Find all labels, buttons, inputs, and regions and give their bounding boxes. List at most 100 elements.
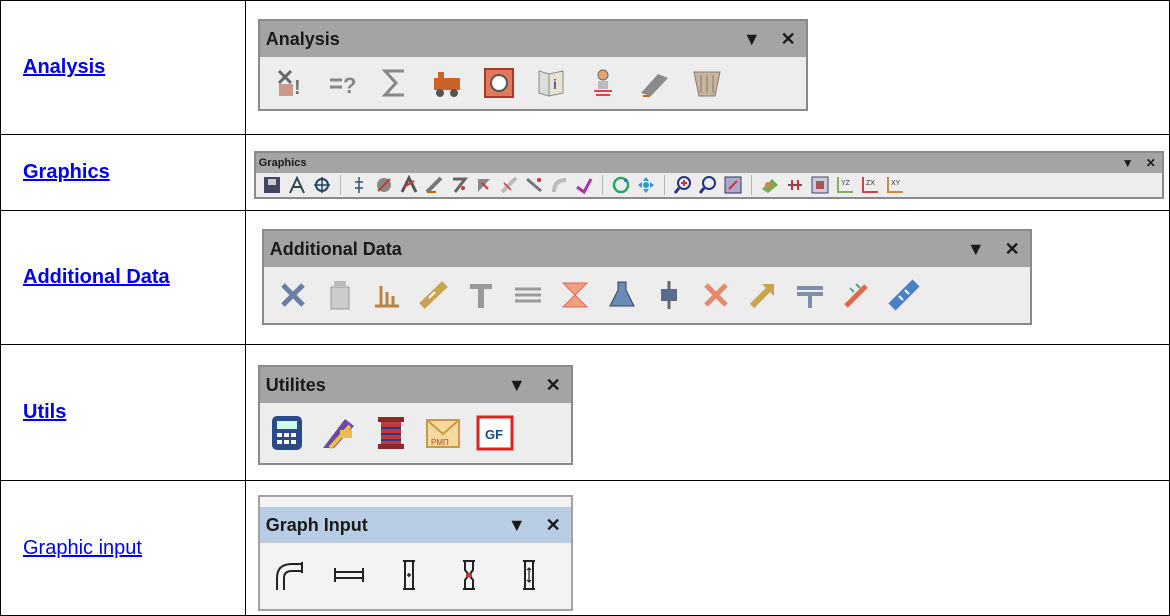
pipe-view-icon-8[interactable]: [549, 175, 569, 195]
svg-text:XY: XY: [891, 180, 901, 187]
pipe-view-icon-1[interactable]: [374, 175, 394, 195]
close-icon[interactable]: ✕: [546, 375, 561, 396]
spring-hanger-icon[interactable]: [840, 278, 874, 312]
pmp-mail-icon[interactable]: PMП: [424, 414, 462, 452]
pipe-view-icon-3[interactable]: [424, 175, 444, 195]
row-label-cell: Utils: [0, 344, 246, 481]
toolbar-cell-utils: Utilites ▼ ✕ PMП GF: [244, 344, 1170, 481]
close-icon[interactable]: ✕: [1005, 239, 1020, 260]
separator: [663, 175, 665, 195]
toolbar-title: Analysis: [265, 28, 340, 49]
info-book-icon[interactable]: i: [534, 66, 568, 100]
valve-view-icon[interactable]: [785, 175, 805, 195]
close-icon[interactable]: ✕: [1146, 156, 1156, 170]
toolbar-titlebar[interactable]: Graph Input ▼ ✕: [259, 507, 571, 543]
expansion-joint-icon[interactable]: [417, 278, 451, 312]
dropdown-arrow-icon[interactable]: ▼: [508, 515, 526, 536]
dropdown-arrow-icon[interactable]: ▼: [743, 29, 761, 50]
bellows-icon[interactable]: [887, 278, 921, 312]
cross-valve-icon[interactable]: [699, 278, 733, 312]
toolbar-icons: PMП GF: [260, 403, 571, 463]
toolbar-title: Additional Data: [269, 238, 402, 259]
row-label-cell: Graphics: [0, 134, 246, 211]
svg-text:ZX: ZX: [866, 180, 875, 187]
flange-icon[interactable]: [652, 278, 686, 312]
vertical-pipe-arrows-icon[interactable]: [512, 558, 546, 592]
link-additional-data[interactable]: Additional Data: [23, 266, 170, 288]
pipe-view-icon-4[interactable]: [449, 175, 469, 195]
plot-yz-icon[interactable]: YZ: [835, 175, 855, 195]
spool-icon[interactable]: [372, 414, 410, 452]
separator: [339, 175, 341, 195]
wizard-icon[interactable]: [320, 414, 358, 452]
dropdown-arrow-icon[interactable]: ▼: [508, 375, 526, 396]
check-input-icon[interactable]: !: [274, 66, 308, 100]
calculator-icon[interactable]: [268, 414, 306, 452]
pan-icon[interactable]: [636, 175, 656, 195]
axonometric-icon[interactable]: [287, 175, 307, 195]
support-base-icon[interactable]: [370, 278, 404, 312]
weight-icon[interactable]: [323, 278, 357, 312]
svg-text:!: !: [294, 77, 301, 99]
link-graphic-input[interactable]: Graphic input: [23, 537, 142, 559]
bend-icon[interactable]: [272, 558, 306, 592]
zoom-in-icon[interactable]: [673, 175, 693, 195]
hanger-icon[interactable]: [464, 278, 498, 312]
toolbar-icons: [260, 543, 571, 607]
link-analysis[interactable]: Analysis: [23, 56, 105, 78]
toolbar-titlebar[interactable]: Utilites ▼ ✕: [259, 367, 571, 403]
additional-data-toolbar: Additional Data ▼ ✕: [261, 229, 1032, 325]
zoom-out-icon[interactable]: [698, 175, 718, 195]
hourglass-icon[interactable]: [558, 278, 592, 312]
toolbar-titlebar[interactable]: Graphics ▼ ✕: [255, 153, 1162, 173]
equals-question-icon[interactable]: ?: [326, 66, 360, 100]
row-label-cell: Graphic input: [0, 480, 246, 616]
pipe-view-icon-7[interactable]: [524, 175, 544, 195]
toolbar-cell-additional-data: Additional Data ▼ ✕: [244, 210, 1170, 345]
sum-icon[interactable]: [378, 66, 412, 100]
svg-text:?: ?: [343, 73, 356, 98]
plot-xy-icon[interactable]: XY: [885, 175, 905, 195]
close-icon[interactable]: ✕: [546, 515, 561, 536]
pipe-view-icon-6[interactable]: [499, 175, 519, 195]
flask-icon[interactable]: [605, 278, 639, 312]
reducer-icon[interactable]: [452, 558, 486, 592]
dropdown-arrow-icon[interactable]: ▼: [967, 239, 985, 260]
frame-view-icon[interactable]: [810, 175, 830, 195]
vertical-pipe-plus-icon[interactable]: [392, 558, 426, 592]
pipe-view-icon-5[interactable]: [474, 175, 494, 195]
stress-report-icon[interactable]: [482, 66, 516, 100]
toolbar-icons: ! ? i: [260, 57, 806, 109]
svg-text:GF: GF: [485, 427, 503, 442]
toolbar-cell-graphics: Graphics ▼ ✕ YZ ZX XY: [244, 134, 1170, 211]
support-icon[interactable]: [586, 66, 620, 100]
pen-note-icon[interactable]: [638, 66, 672, 100]
link-utils[interactable]: Utils: [23, 401, 66, 423]
locomotive-icon[interactable]: [430, 66, 464, 100]
toolbar-titlebar[interactable]: Analysis ▼ ✕: [259, 21, 806, 57]
zoom-window-icon[interactable]: [723, 175, 743, 195]
close-icon[interactable]: ✕: [781, 29, 796, 50]
basket-icon[interactable]: [690, 66, 724, 100]
rotate-icon[interactable]: [611, 175, 631, 195]
separator: [601, 175, 603, 195]
parallel-lines-icon[interactable]: [511, 278, 545, 312]
cross-restraint-icon[interactable]: [276, 278, 310, 312]
gf-icon[interactable]: GF: [476, 414, 514, 452]
arrow-up-right-icon[interactable]: [746, 278, 780, 312]
straight-pipe-icon[interactable]: [332, 558, 366, 592]
target-icon[interactable]: [312, 175, 332, 195]
link-graphics[interactable]: Graphics: [23, 161, 110, 183]
node-numbers-icon[interactable]: [349, 175, 369, 195]
save-view-icon[interactable]: [262, 175, 282, 195]
pipe-view-icon-9[interactable]: [574, 175, 594, 195]
pipe-view-icon-2[interactable]: [399, 175, 419, 195]
tee-icon[interactable]: [793, 278, 827, 312]
render-icon[interactable]: [760, 175, 780, 195]
separator: [750, 175, 752, 195]
toolbar-titlebar[interactable]: Additional Data ▼ ✕: [263, 231, 1030, 267]
toolbar-title: Graph Input: [265, 514, 368, 535]
plot-zx-icon[interactable]: ZX: [860, 175, 880, 195]
svg-text:i: i: [553, 76, 557, 92]
dropdown-arrow-icon[interactable]: ▼: [1122, 156, 1134, 170]
